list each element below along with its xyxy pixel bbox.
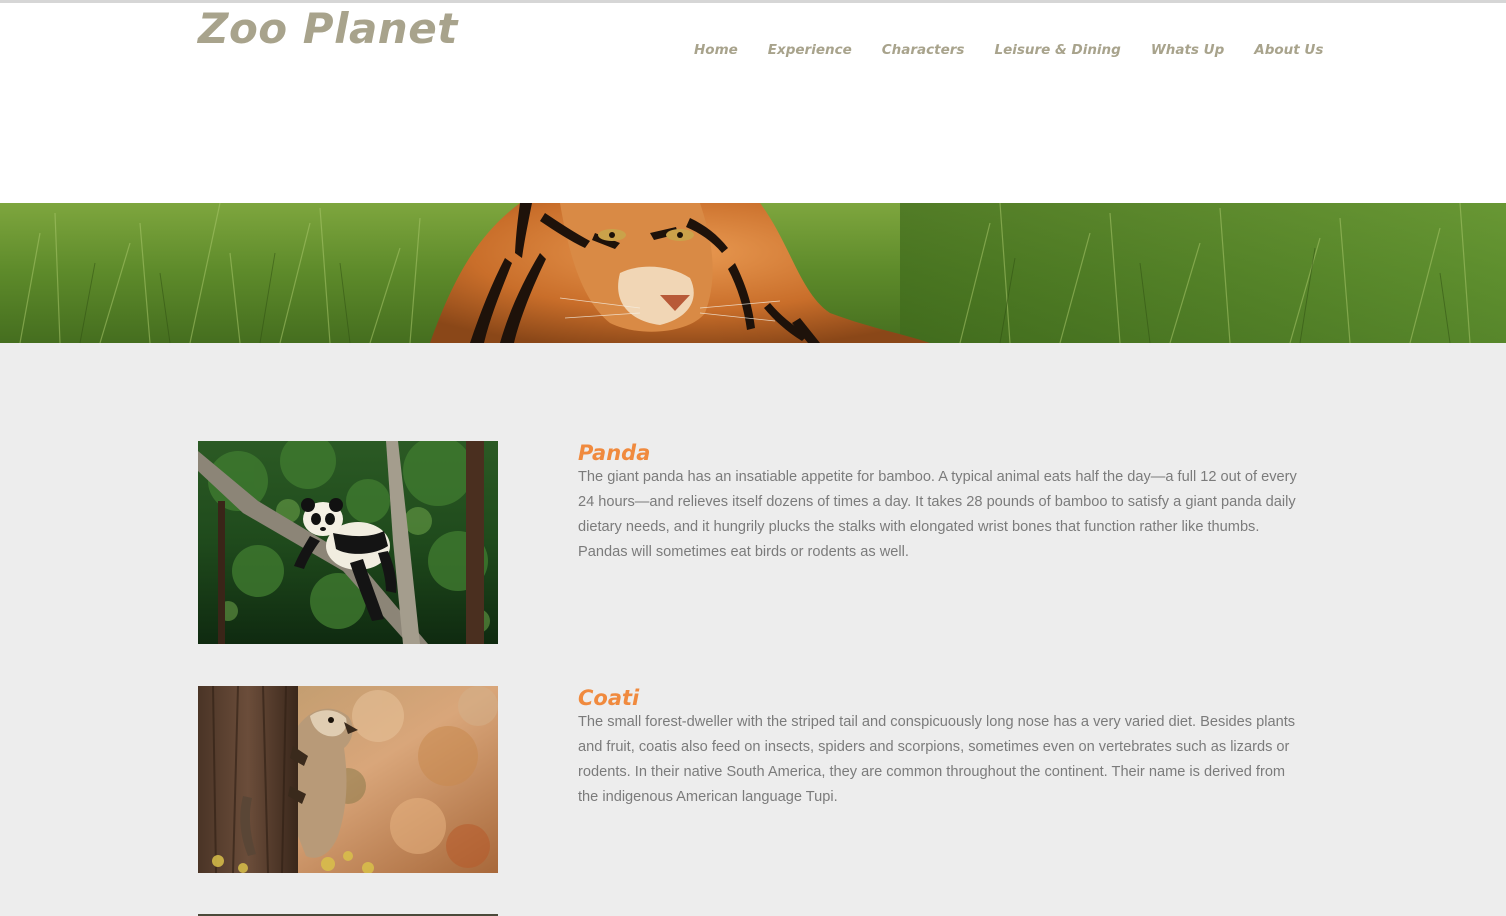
nav-leisure-dining[interactable]: Leisure & Dining <box>994 41 1120 59</box>
animals-section: Panda The giant panda has an insatiable … <box>0 343 1506 916</box>
animal-description: The giant panda has an insatiable appeti… <box>578 469 1297 560</box>
panda-in-tree-photo <box>198 441 498 644</box>
main-nav: Home Experience Characters Leisure & Din… <box>694 41 1353 59</box>
nav-characters[interactable]: Characters <box>882 41 965 59</box>
coati-on-tree-photo <box>198 686 498 873</box>
animal-text-panda: Panda The giant panda has an insatiable … <box>578 441 1308 565</box>
nav-whats-up[interactable]: Whats Up <box>1151 41 1224 59</box>
site-header: Zoo Planet Home Experience Characters Le… <box>0 3 1506 203</box>
nav-home[interactable]: Home <box>694 41 738 59</box>
hero-banner <box>0 203 1506 343</box>
tiger-in-grass-banner <box>0 203 1506 343</box>
animal-heading: Panda <box>578 441 651 465</box>
animal-description: The small forest-dweller with the stripe… <box>578 714 1296 805</box>
animal-heading: Coati <box>578 686 640 710</box>
animal-card-coati: Coati The small forest-dweller with the … <box>198 686 1308 874</box>
nav-experience[interactable]: Experience <box>768 41 852 59</box>
site-logo[interactable]: Zoo Planet <box>198 5 458 53</box>
animal-text-coati: Coati The small forest-dweller with the … <box>578 686 1308 810</box>
animal-card-panda: Panda The giant panda has an insatiable … <box>198 441 1308 646</box>
nav-about-us[interactable]: About Us <box>1254 41 1323 59</box>
